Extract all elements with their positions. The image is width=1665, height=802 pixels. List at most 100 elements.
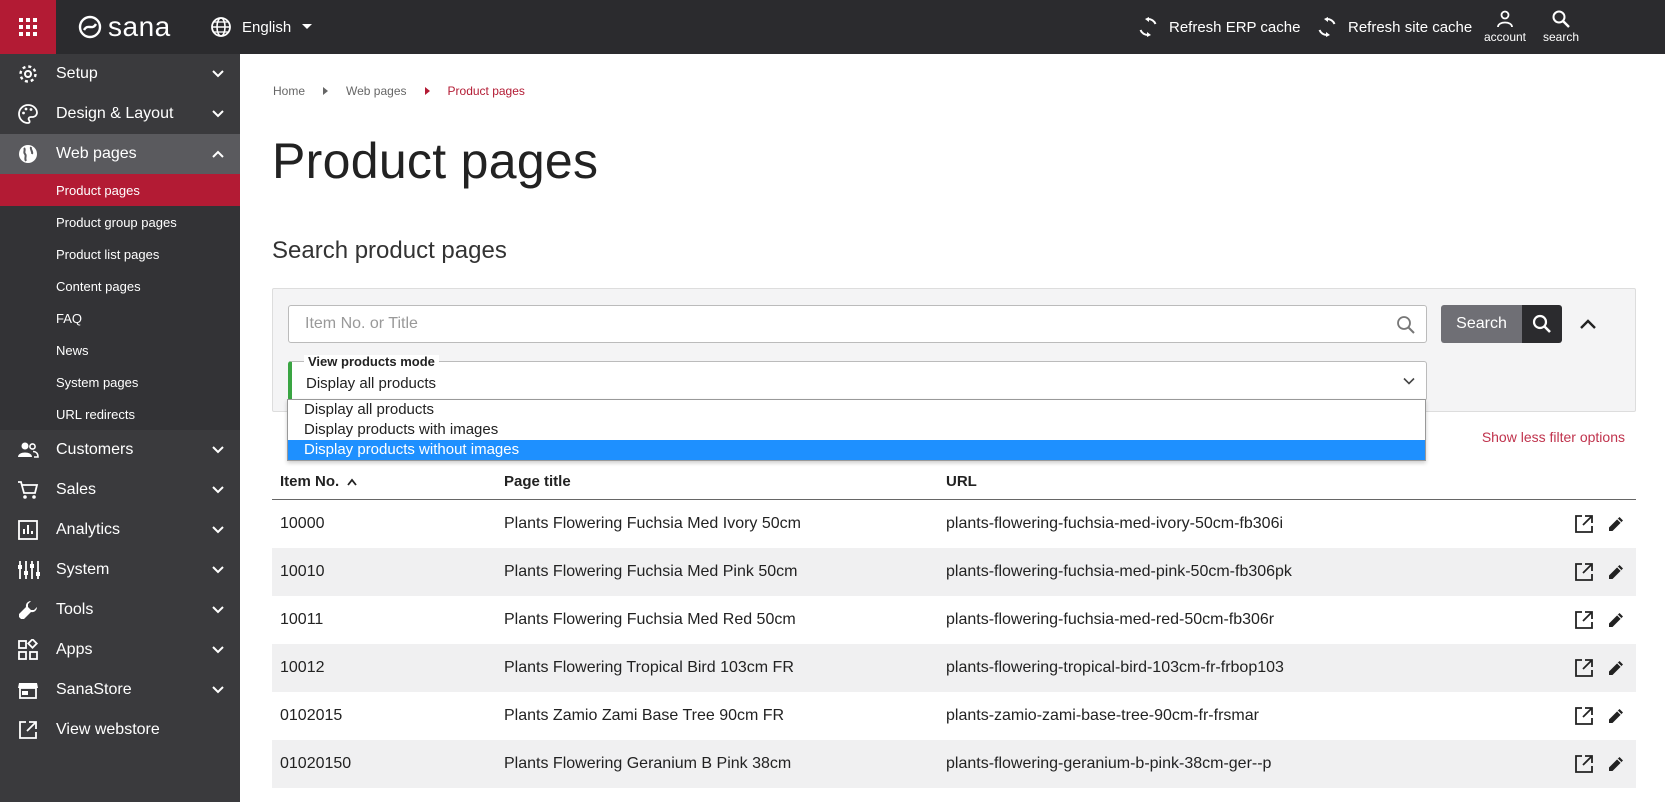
cell-url: plants-zamio-zami-base-tree-90cm-fr-frsm… [946,707,1259,724]
cell-actions [1538,610,1636,630]
sidebar-item-system[interactable]: System [0,550,240,590]
edit-pencil-icon[interactable] [1606,658,1626,678]
sidebar-subitem-product-group-pages[interactable]: Product group pages [0,206,240,238]
sidebar-item-tools[interactable]: Tools [0,590,240,630]
cell-page-title: Plants Flowering Tropical Bird 103cm FR [504,659,794,676]
table-header: Item No. Page title URL [272,464,1636,500]
account-button[interactable]: account [1477,6,1533,48]
open-external-icon[interactable] [1574,610,1594,630]
chevron-down-icon [212,526,224,534]
table-row: 0102015 Plants Zamio Zami Base Tree 90cm … [272,692,1636,740]
chevron-down-icon [1403,377,1415,385]
sidebar-subitem-faq[interactable]: FAQ [0,302,240,334]
sidebar-subitem-news[interactable]: News [0,334,240,366]
chevron-down-icon [212,686,224,694]
chevron-up-icon [212,150,224,158]
search-input[interactable] [289,306,1426,342]
sidebar-item-sanastore[interactable]: SanaStore [0,670,240,710]
search-icon [1522,305,1562,343]
section-title: Search product pages [272,237,507,264]
refresh-erp-cache-button[interactable]: Refresh ERP cache [1137,14,1300,40]
view-products-mode-select[interactable]: View products mode Display all products [288,355,1427,401]
refresh-site-cache-button[interactable]: Refresh site cache [1316,14,1472,40]
web-pages-subnav: Product pages Product group pages Produc… [0,174,240,430]
search-button[interactable]: Search [1441,305,1562,343]
store-icon [16,678,40,702]
sidebar-item-label: System [56,561,110,578]
cell-item-no: 01020150 [280,755,352,772]
edit-pencil-icon[interactable] [1606,754,1626,774]
chevron-up-icon [1580,319,1596,329]
sidebar-subitem-content-pages[interactable]: Content pages [0,270,240,302]
sidebar-subitem-system-pages[interactable]: System pages [0,366,240,398]
cell-url: plants-flowering-tropical-bird-103cm-fr-… [946,659,1284,676]
sana-logo[interactable]: sana [78,11,171,43]
chart-icon [16,518,40,542]
edit-pencil-icon[interactable] [1606,610,1626,630]
view-products-mode-value: Display all products [306,375,437,392]
breadcrumb-separator-icon [424,87,430,95]
chevron-down-icon [212,70,224,78]
header-url[interactable]: URL [938,473,1538,490]
sidebar-item-label: Setup [56,65,98,82]
open-external-icon[interactable] [1574,658,1594,678]
language-selector[interactable]: English [210,14,313,40]
person-icon [1497,10,1513,28]
grid-icon [19,18,37,36]
wrench-icon [16,598,40,622]
header-page-title[interactable]: Page title [496,473,938,490]
search-label: search [1542,30,1580,44]
sidebar-subitem-url-redirects[interactable]: URL redirects [0,398,240,430]
sidebar-item-apps[interactable]: Apps [0,630,240,670]
sidebar-item-label: SanaStore [56,681,132,698]
chevron-down-icon [212,646,224,654]
dropdown-option-with-images[interactable]: Display products with images [288,420,1425,440]
sidebar-item-customers[interactable]: Customers [0,430,240,470]
open-external-icon[interactable] [1574,754,1594,774]
cell-item-no: 10011 [280,611,324,628]
sidebar-item-view-webstore[interactable]: View webstore [0,710,240,750]
sidebar-item-web-pages[interactable]: Web pages [0,134,240,174]
search-top-button[interactable]: search [1533,6,1589,48]
dropdown-option-all[interactable]: Display all products [288,400,1425,420]
view-products-mode-label: View products mode [304,355,439,369]
cell-item-no: 10010 [280,563,325,580]
chevron-down-icon [212,446,224,454]
open-external-icon[interactable] [1574,514,1594,534]
edit-pencil-icon[interactable] [1606,706,1626,726]
sidebar-subitem-product-list-pages[interactable]: Product list pages [0,238,240,270]
edit-pencil-icon[interactable] [1606,562,1626,582]
collapse-filter-button[interactable] [1573,309,1603,339]
refresh-icon [1139,17,1157,37]
sidebar-item-analytics[interactable]: Analytics [0,510,240,550]
sidebar-item-label: Customers [56,441,134,458]
open-external-icon[interactable] [1574,706,1594,726]
sidebar-item-design-layout[interactable]: Design & Layout [0,94,240,134]
refresh-site-label: Refresh site cache [1348,18,1473,36]
apps-icon [16,638,40,662]
cell-item-no: 0102015 [280,707,343,724]
cell-page-title: Plants Flowering Fuchsia Med Ivory 50cm [504,515,801,532]
breadcrumb-web-pages[interactable]: Web pages [346,84,407,98]
header-item-no[interactable]: Item No. [272,473,496,490]
dropdown-option-without-images[interactable]: Display products without images [288,440,1425,460]
view-mode-dropdown: Display all products Display products wi… [287,399,1426,461]
app-grid-button[interactable] [0,0,56,54]
chevron-down-icon [212,566,224,574]
palette-icon [16,102,40,126]
chevron-down-icon [212,486,224,494]
caret-down-icon [302,24,313,29]
sidebar-item-sales[interactable]: Sales [0,470,240,510]
refresh-erp-label: Refresh ERP cache [1169,18,1301,36]
breadcrumb-home[interactable]: Home [273,84,305,98]
sidebar-item-label: Design & Layout [56,105,174,122]
language-label: English [242,18,292,36]
cell-actions [1538,562,1636,582]
sidebar-subitem-product-pages[interactable]: Product pages [0,174,240,206]
edit-pencil-icon[interactable] [1606,514,1626,534]
show-less-filter-link[interactable]: Show less filter options [1482,429,1625,445]
sidebar-item-setup[interactable]: Setup [0,54,240,94]
open-external-icon[interactable] [1574,562,1594,582]
breadcrumb-current: Product pages [447,84,525,98]
sidebar: Setup Design & Layout Web pages Product … [0,54,240,802]
